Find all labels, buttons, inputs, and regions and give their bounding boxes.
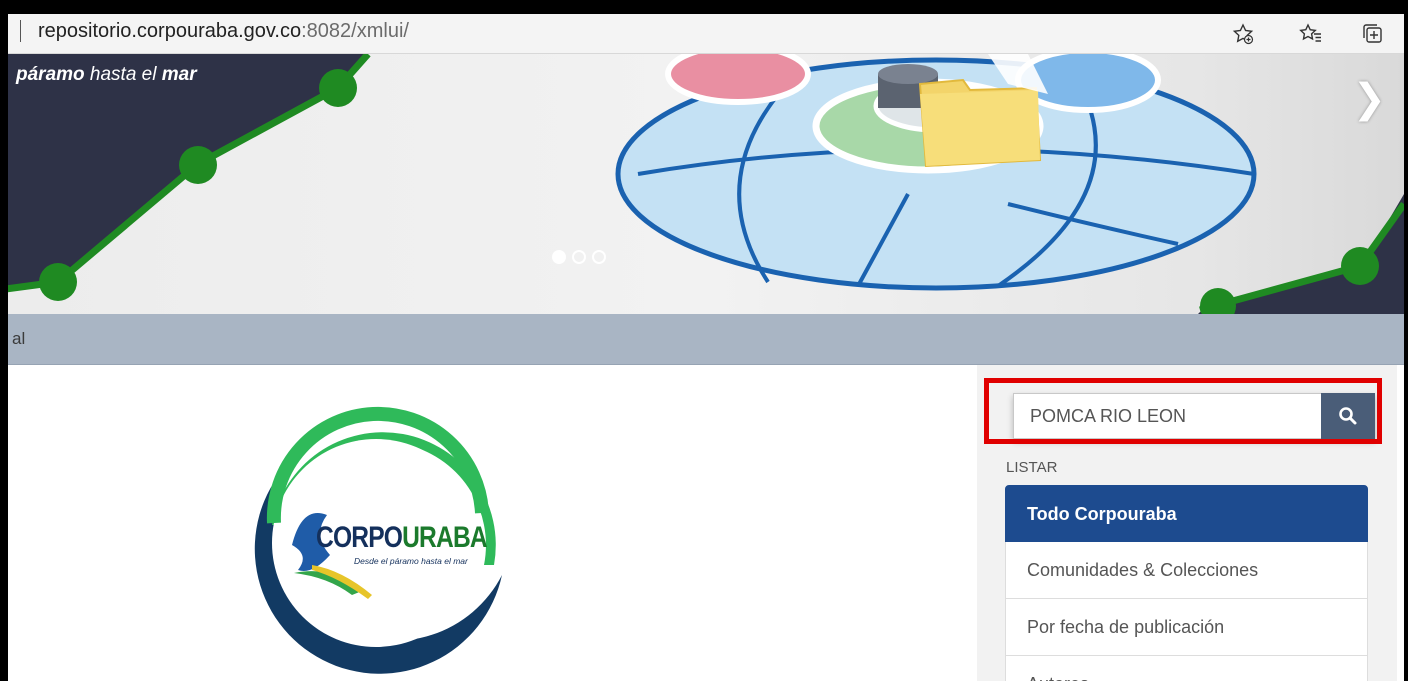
listar-heading: LISTAR xyxy=(1006,459,1058,476)
breadcrumb-item[interactable]: al xyxy=(12,329,25,349)
browse-list: Todo Corpouraba Comunidades & Coleccione… xyxy=(1005,485,1368,681)
collections-icon[interactable] xyxy=(1356,18,1390,50)
address-bar-url[interactable]: repositorio.corpouraba.gov.co:8082/xmlui… xyxy=(38,20,409,43)
screen-frame-right xyxy=(1404,0,1408,681)
sidebar: LISTAR Todo Corpouraba Comunidades & Col… xyxy=(977,365,1397,681)
screen-frame-left xyxy=(0,0,8,681)
search-highlight-annotation xyxy=(984,378,1382,444)
carousel-next-icon[interactable]: ❯ xyxy=(1352,76,1386,122)
address-bar-divider xyxy=(20,20,21,42)
browse-item-comunidades[interactable]: Comunidades & Colecciones xyxy=(1005,542,1368,599)
add-favorite-icon[interactable] xyxy=(1226,18,1260,50)
breadcrumb-bar: al xyxy=(8,314,1404,365)
browse-item-autores[interactable]: Autores xyxy=(1005,656,1368,681)
logo-slogan: Desde el páramo hasta el mar xyxy=(354,556,468,566)
logo-wordmark: CORPOURABA xyxy=(316,521,488,554)
browser-address-bar[interactable]: repositorio.corpouraba.gov.co:8082/xmlui… xyxy=(8,14,1404,54)
url-host: repositorio.corpouraba.gov.co xyxy=(38,20,302,42)
url-port-path: :8082/xmlui/ xyxy=(301,20,409,42)
favorites-icon[interactable] xyxy=(1294,18,1328,50)
banner-tagline: páramo hasta el mar xyxy=(16,64,197,85)
carousel-dot-3[interactable] xyxy=(592,250,606,264)
carousel-indicators xyxy=(552,250,606,264)
browse-item-fecha-publicacion[interactable]: Por fecha de publicación xyxy=(1005,599,1368,656)
screen-frame-top xyxy=(0,0,1408,14)
browse-item-todo-corpouraba[interactable]: Todo Corpouraba xyxy=(1005,485,1368,542)
hero-carousel[interactable]: páramo hasta el mar ❯ xyxy=(8,54,1404,314)
carousel-dot-1[interactable] xyxy=(552,250,566,264)
banner-illustration xyxy=(8,54,1404,314)
carousel-dot-2[interactable] xyxy=(572,250,586,264)
main-content: CORPOURABA Desde el páramo hasta el mar … xyxy=(8,365,1404,681)
